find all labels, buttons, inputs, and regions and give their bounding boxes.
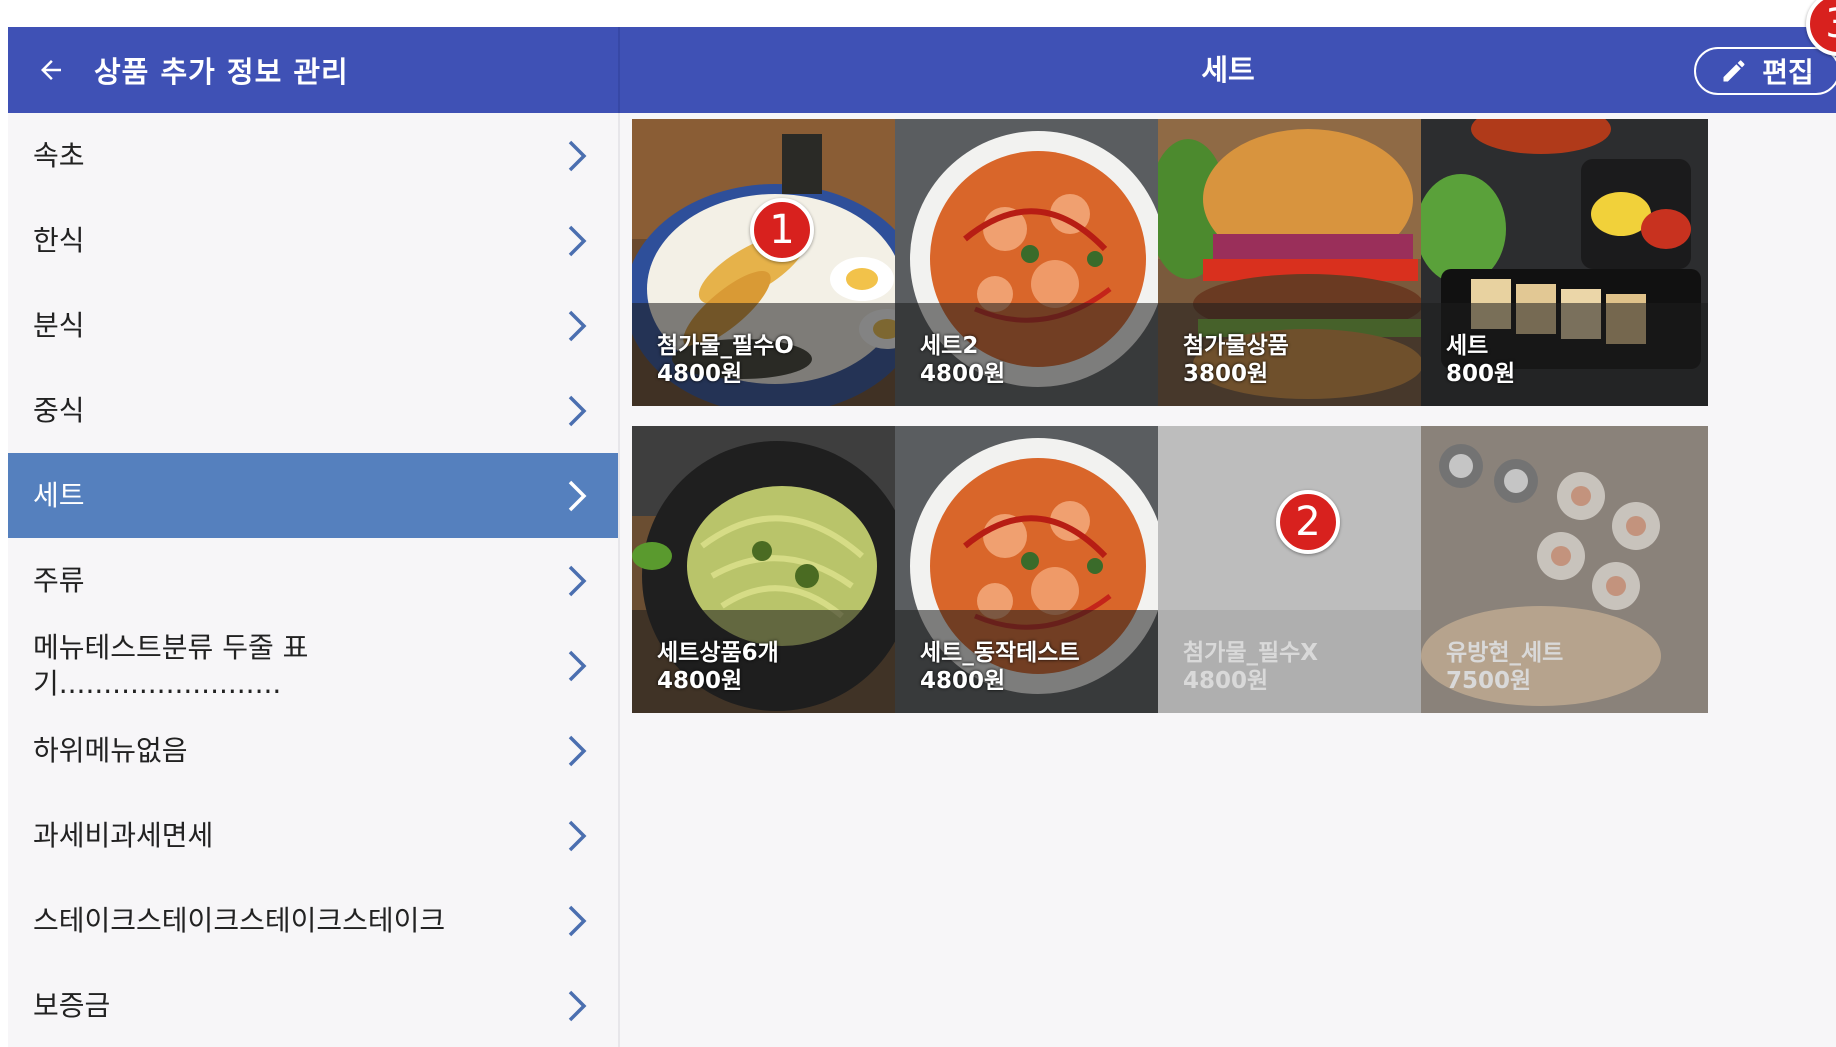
product-price: 4800원	[657, 361, 743, 387]
chevron-right-icon	[566, 819, 588, 853]
chevron-right-icon	[566, 309, 588, 343]
sidebar-item-bunsik[interactable]: 분식	[8, 283, 618, 368]
back-button[interactable]	[8, 27, 94, 113]
sidebar-item-jungsik[interactable]: 중식	[8, 368, 618, 453]
chevron-right-icon	[566, 564, 588, 598]
sidebar-item-steak[interactable]: 스테이크스테이크스테이크스테이크	[8, 878, 618, 963]
sidebar-item-label: 스테이크스테이크스테이크스테이크	[33, 903, 446, 937]
sidebar-item-deposit[interactable]: 보증금	[8, 963, 618, 1047]
sidebar-item-juryu[interactable]: 주류	[8, 538, 618, 623]
product-grid: 첨가물_필수O 4800원 세트2 4800원 첨가물상품 3800원 세트 8…	[620, 113, 1836, 1047]
header-left: 상품 추가 정보 관리	[8, 27, 618, 113]
product-card[interactable]: 세트상품6개 4800원	[632, 426, 919, 713]
product-price: 4800원	[657, 668, 743, 694]
sidebar-item-set[interactable]: 세트	[8, 453, 618, 538]
product-price: 4800원	[920, 668, 1006, 694]
sidebar-item-hansik[interactable]: 한식	[8, 198, 618, 283]
product-card[interactable]: 세트 800원	[1421, 119, 1708, 406]
product-price: 4800원	[1183, 668, 1269, 694]
sidebar-item-label: 세트	[33, 478, 85, 512]
product-price: 7500원	[1446, 668, 1532, 694]
product-card[interactable]: 세트_동작테스트 4800원	[895, 426, 1182, 713]
product-card[interactable]: 세트2 4800원	[895, 119, 1182, 406]
annotation-marker-2: 2	[1276, 490, 1340, 554]
sidebar-item-sokcho[interactable]: 속초	[8, 113, 618, 198]
sidebar-item-tax[interactable]: 과세비과세면세	[8, 793, 618, 878]
chevron-right-icon	[566, 224, 588, 258]
sidebar-item-no-submenu[interactable]: 하위메뉴없음	[8, 708, 618, 793]
sidebar-item-label: 중식	[33, 393, 85, 427]
sidebar-item-label: 하위메뉴없음	[33, 733, 188, 767]
chevron-right-icon	[566, 394, 588, 428]
sidebar-item-label: 주류	[33, 563, 85, 597]
product-card[interactable]: 첨가물_필수O 4800원	[632, 119, 919, 406]
back-arrow-icon	[41, 60, 61, 80]
category-title: 세트	[1201, 53, 1255, 87]
sidebar-item-label: 과세비과세면세	[33, 818, 214, 852]
product-card-disabled[interactable]: 유방현_세트 7500원	[1421, 426, 1708, 713]
product-price: 800원	[1446, 361, 1516, 387]
chevron-right-icon	[566, 139, 588, 173]
category-sidebar: 속초 한식 분식 중식 세트 주류 메뉴테스트분류 두줄 표기.........…	[8, 113, 620, 1047]
sidebar-item-label: 분식	[33, 308, 85, 342]
header-right: 세트 편집	[620, 27, 1836, 113]
sidebar-item-menu-test[interactable]: 메뉴테스트분류 두줄 표기.........................	[8, 623, 618, 708]
product-card[interactable]: 첨가물상품 3800원	[1158, 119, 1445, 406]
product-price: 3800원	[1183, 361, 1269, 387]
sidebar-item-label: 한식	[33, 223, 85, 257]
sidebar-item-label: 속초	[33, 138, 85, 172]
chevron-right-icon	[566, 904, 588, 938]
sidebar-item-label: 메뉴테스트분류 두줄 표기.........................	[33, 630, 309, 700]
product-price: 4800원	[920, 361, 1006, 387]
sidebar-item-label: 보증금	[33, 988, 111, 1022]
product-card-disabled[interactable]: 첨가물_필수X 4800원	[1158, 426, 1445, 713]
annotation-marker-1: 1	[750, 198, 814, 262]
chevron-right-icon	[566, 734, 588, 768]
pencil-icon	[1723, 60, 1745, 82]
chevron-right-icon	[566, 479, 588, 513]
edit-label: 편집	[1762, 56, 1814, 89]
chevron-right-icon	[566, 649, 588, 683]
edit-button[interactable]: 편집	[1694, 47, 1836, 95]
app-window: 상품 추가 정보 관리 세트 편집 속초 한식 분식 중식 세트 주류 메뉴테스…	[8, 27, 1836, 1047]
chevron-right-icon	[566, 989, 588, 1023]
page-title: 상품 추가 정보 관리	[94, 55, 349, 89]
